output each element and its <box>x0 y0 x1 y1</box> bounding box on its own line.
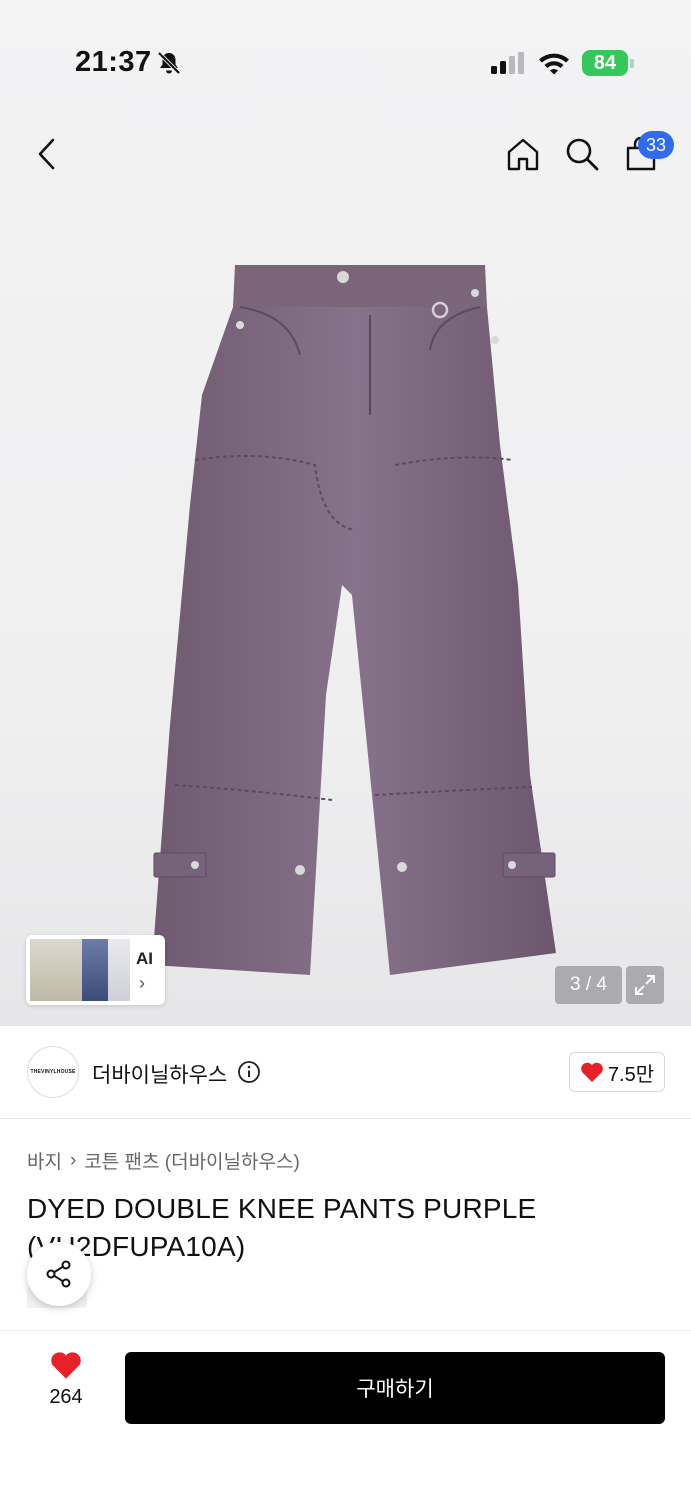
bell-off-icon <box>157 51 181 75</box>
expand-icon <box>635 975 655 995</box>
share-icon <box>46 1260 71 1288</box>
search-button[interactable] <box>560 132 604 176</box>
styling-photo <box>82 939 108 1001</box>
breadcrumb: 바지 › 코튼 팬츠 (더바이닐하우스) <box>27 1147 300 1174</box>
chevron-right-icon: › <box>139 973 145 993</box>
back-button[interactable] <box>24 132 68 176</box>
cellular-signal-icon <box>491 52 524 74</box>
brand-like-count: 7.5만 <box>607 1063 655 1086</box>
brand-row: THEVINYLHOUSE 더바이닐하우스 7.5만 <box>0 1026 691 1119</box>
chevron-right-icon: › <box>69 1149 77 1171</box>
search-icon <box>566 138 599 171</box>
back-arrow-icon <box>38 138 55 170</box>
status-bar: 21:37 84 <box>0 0 691 110</box>
battery-icon: 84 <box>582 50 634 76</box>
expand-button[interactable] <box>626 966 664 1004</box>
brand-name[interactable]: 더바이닐하우스 <box>92 1059 227 1089</box>
heart-icon <box>51 1352 81 1379</box>
product-image[interactable] <box>140 255 570 985</box>
info-icon[interactable] <box>237 1060 261 1084</box>
styling-photo <box>30 939 82 1001</box>
brand-logo-text: THEVINYLHOUSE <box>30 1069 76 1075</box>
wishlist-button[interactable]: 264 <box>30 1350 102 1420</box>
product-title: DYED DOUBLE KNEE PANTS PURPLE (VH2DFUPA1… <box>27 1193 537 1262</box>
image-counter: 3 / 4 <box>555 966 622 1004</box>
wishlist-count: 264 <box>49 1386 83 1408</box>
product-gallery[interactable]: 21:37 84 33 AI › 3 / 4 <box>0 0 691 1026</box>
buy-button[interactable]: 구매하기 <box>125 1352 665 1424</box>
wifi-icon <box>539 53 569 75</box>
home-button[interactable] <box>501 132 545 176</box>
home-icon <box>507 138 539 171</box>
styling-photo <box>108 939 130 1001</box>
brand-logo[interactable]: THEVINYLHOUSE <box>27 1046 79 1098</box>
share-button[interactable] <box>27 1242 91 1306</box>
heart-icon <box>581 1062 603 1082</box>
breadcrumb-category[interactable]: 바지 <box>27 1147 62 1174</box>
brand-like-button[interactable]: 7.5만 <box>569 1052 665 1092</box>
status-time: 21:37 <box>75 46 152 78</box>
top-nav <box>0 120 691 190</box>
battery-level: 84 <box>582 50 628 76</box>
ai-styling-thumbnail[interactable]: AI › <box>26 935 165 1005</box>
cart-count-badge: 33 <box>638 131 674 159</box>
divider <box>0 1330 691 1331</box>
ai-label: AI <box>136 949 153 968</box>
breadcrumb-subcategory[interactable]: 코튼 팬츠 (더바이닐하우스) <box>84 1147 300 1174</box>
